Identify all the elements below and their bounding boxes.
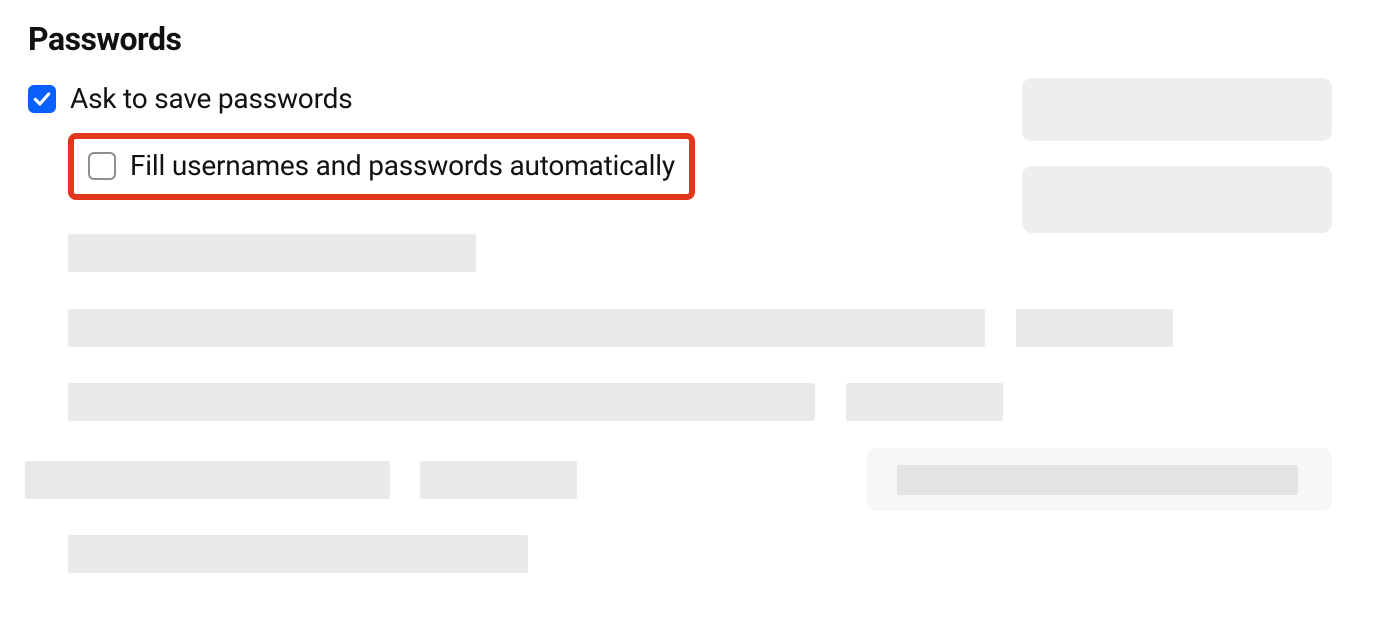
placeholder-text [68, 383, 815, 421]
section-title-passwords: Passwords [28, 20, 1370, 58]
placeholder-text [897, 465, 1298, 495]
passwords-settings-section: Passwords Ask to save passwords Fill use… [0, 0, 1398, 622]
label-autofill: Fill usernames and passwords automatical… [130, 149, 675, 182]
checkbox-ask-to-save[interactable] [28, 85, 56, 113]
checkbox-autofill[interactable] [88, 152, 116, 180]
placeholder-button [1022, 78, 1332, 141]
placeholder-text [68, 309, 985, 347]
checkmark-icon [32, 89, 52, 109]
placeholder-text [68, 535, 528, 573]
placeholder-text [1016, 309, 1173, 347]
placeholder-text [420, 461, 577, 499]
highlight-autofill-option: Fill usernames and passwords automatical… [68, 133, 695, 200]
placeholder-text [68, 234, 476, 272]
placeholder-text [25, 461, 390, 499]
label-ask-to-save: Ask to save passwords [70, 82, 352, 115]
placeholder-button [1022, 166, 1332, 233]
placeholder-text [846, 383, 1003, 421]
